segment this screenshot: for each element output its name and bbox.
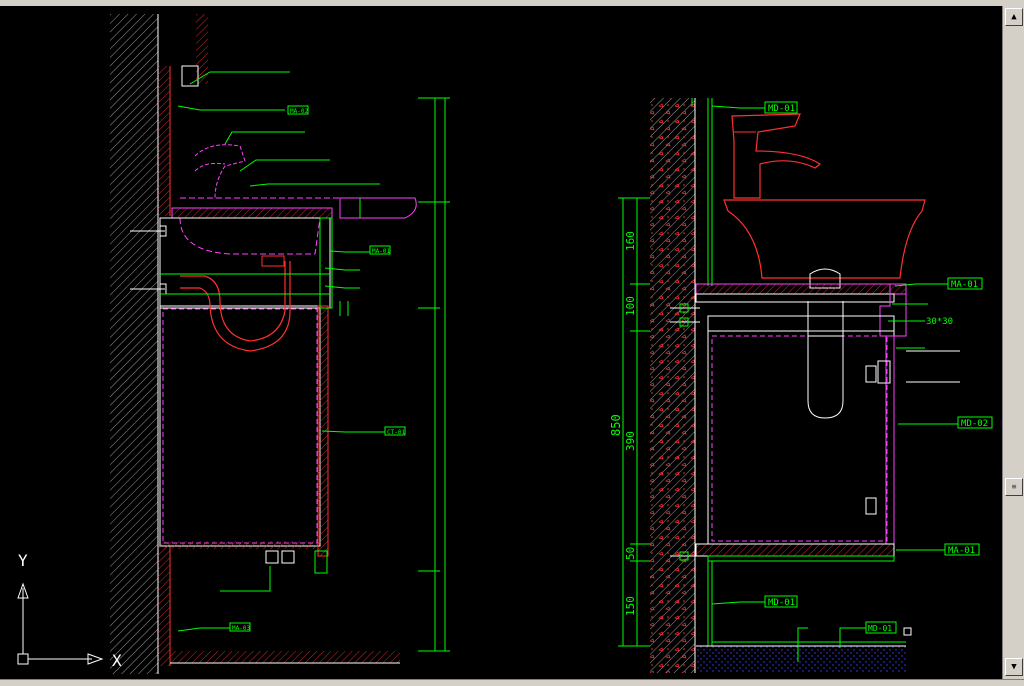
callout-md-01-top: MD-01 [768, 104, 795, 114]
ucs-y-label: Y [18, 551, 28, 570]
right-section-drawing [618, 98, 993, 673]
callout-30x30: 30*30 [926, 317, 953, 327]
vertical-scrollbar[interactable]: ▲ ≡ ▼ [1002, 6, 1024, 679]
dim-100: 100 [624, 296, 637, 316]
left-label-ct-01: CT-01 [387, 429, 405, 436]
callout-md-01-low: MD-01 [768, 598, 795, 608]
dim-50: 50 [624, 547, 637, 560]
dim-160: 160 [624, 231, 637, 251]
callout-ma-01-bottom: MA-01 [948, 546, 975, 556]
ucs-x-label: X [112, 651, 122, 670]
drawing-canvas[interactable]: MA-01 MA-02 CT-01 MA-03 160 100 850 390 … [0, 6, 1002, 679]
dim-850: 850 [609, 414, 623, 436]
left-label-ma-03: MA-03 [232, 625, 250, 632]
callout-md-02: MD-02 [961, 419, 988, 429]
scroll-down-button[interactable]: ▼ [1005, 658, 1023, 676]
left-label-ma-01: MA-01 [372, 248, 390, 255]
dim-390: 390 [624, 431, 637, 451]
ucs-icon [17, 582, 104, 665]
scroll-thumb[interactable]: ≡ [1005, 478, 1023, 496]
dim-150: 150 [624, 596, 637, 616]
callout-md-01-floor: MD-01 [868, 624, 892, 633]
left-section-drawing [110, 14, 450, 674]
left-label-ma-02: MA-02 [290, 108, 308, 115]
callout-ma-01-top: MA-01 [951, 280, 978, 290]
scroll-up-button[interactable]: ▲ [1005, 8, 1023, 26]
